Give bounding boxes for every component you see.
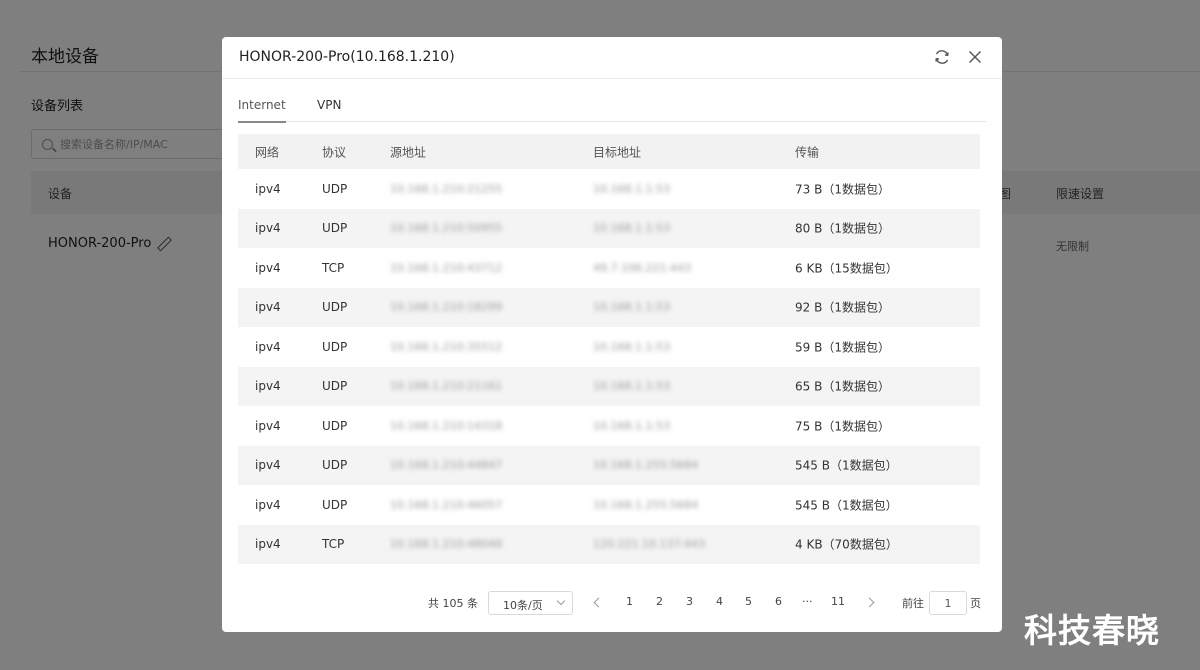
transfer-cell: 65 B（1数据包） xyxy=(795,379,890,394)
protocol-cell: TCP xyxy=(322,260,345,275)
table-row: ipv4 UDP 10.168.1.210:46057 10.168.1.255… xyxy=(238,485,980,525)
protocol-cell: UDP xyxy=(322,379,348,394)
jump-prefix: 前往 xyxy=(902,597,924,610)
table-row: ipv4 UDP 10.168.1.210:18299 10.168.1.1:5… xyxy=(238,287,980,327)
page-6[interactable]: 6 xyxy=(775,595,782,608)
protocol-cell: UDP xyxy=(322,497,348,512)
chevron-down-icon xyxy=(556,596,566,606)
table-header: 网络 协议 源地址 目标地址 传输 xyxy=(238,134,980,169)
page-size-select[interactable]: 10条/页 xyxy=(488,591,573,615)
protocol-cell: UDP xyxy=(322,418,348,433)
source-cell: 10.168.1.210:48048 xyxy=(390,537,503,551)
transfer-cell: 545 B（1数据包） xyxy=(795,498,898,513)
pagination: 共 105 条 10条/页 1 2 3 4 5 6 ··· 11 前往 页 xyxy=(222,591,1002,615)
source-cell: 10.168.1.210:18299 xyxy=(390,300,503,314)
network-cell: ipv4 xyxy=(255,300,281,315)
page-ellipsis[interactable]: ··· xyxy=(802,595,813,608)
close-icon[interactable] xyxy=(965,47,985,67)
destination-cell: 10.168.1.255:5684 xyxy=(593,498,699,512)
connection-dialog: HONOR-200-Pro(10.168.1.210) Internet VPN… xyxy=(222,37,1002,632)
page-2[interactable]: 2 xyxy=(656,595,663,608)
protocol-cell: UDP xyxy=(322,458,348,473)
transfer-cell: 73 B（1数据包） xyxy=(795,182,890,197)
network-cell: ipv4 xyxy=(255,458,281,473)
table-row: ipv4 UDP 10.168.1.210:21255 10.168.1.1:5… xyxy=(238,169,980,209)
destination-cell: 10.168.1.1:53 xyxy=(593,300,671,314)
dialog-title: HONOR-200-Pro(10.168.1.210) xyxy=(239,49,455,65)
table-row: ipv4 UDP 10.168.1.210:14318 10.168.1.1:5… xyxy=(238,406,980,446)
table-row: ipv4 UDP 10.168.1.210:50955 10.168.1.1:5… xyxy=(238,208,980,248)
destination-cell: 49.7.106.221:443 xyxy=(593,261,692,275)
dialog-header: HONOR-200-Pro(10.168.1.210) xyxy=(222,37,1002,79)
transfer-cell: 59 B（1数据包） xyxy=(795,340,890,355)
destination-cell: 120.221.10.137:443 xyxy=(593,537,706,551)
column-network: 网络 xyxy=(255,145,280,159)
table-row: ipv4 UDP 10.168.1.210:21161 10.168.1.1:5… xyxy=(238,366,980,406)
destination-cell: 10.168.1.1:53 xyxy=(593,379,671,393)
jump-suffix: 页 xyxy=(970,597,981,610)
source-cell: 10.168.1.210:43712 xyxy=(390,261,503,275)
network-cell: ipv4 xyxy=(255,379,281,394)
column-source: 源地址 xyxy=(390,145,427,159)
page-3[interactable]: 3 xyxy=(686,595,693,608)
network-cell: ipv4 xyxy=(255,181,281,196)
transfer-cell: 80 B（1数据包） xyxy=(795,221,890,236)
transfer-cell: 545 B（1数据包） xyxy=(795,458,898,473)
source-cell: 10.168.1.210:21255 xyxy=(390,182,503,196)
protocol-cell: UDP xyxy=(322,221,348,236)
protocol-cell: UDP xyxy=(322,181,348,196)
chevron-left-icon[interactable] xyxy=(593,597,604,608)
table-row: ipv4 UDP 10.168.1.210:44847 10.168.1.255… xyxy=(238,445,980,485)
source-cell: 10.168.1.210:44847 xyxy=(390,458,503,472)
protocol-cell: UDP xyxy=(322,300,348,315)
column-transfer: 传输 xyxy=(795,145,820,159)
destination-cell: 10.168.1.255:5684 xyxy=(593,458,699,472)
destination-cell: 10.168.1.1:53 xyxy=(593,419,671,433)
network-cell: ipv4 xyxy=(255,497,281,512)
tab-bar: Internet VPN xyxy=(238,93,986,123)
table-row: ipv4 UDP 10.168.1.210:35512 10.168.1.1:5… xyxy=(238,327,980,367)
page-1[interactable]: 1 xyxy=(626,595,633,608)
watermark: 科技春晓 xyxy=(1024,611,1160,650)
refresh-icon[interactable] xyxy=(932,47,952,67)
transfer-cell: 75 B（1数据包） xyxy=(795,419,890,434)
page-5[interactable]: 5 xyxy=(745,595,752,608)
chevron-right-icon[interactable] xyxy=(864,597,875,608)
page-11[interactable]: 11 xyxy=(831,595,845,608)
transfer-cell: 92 B（1数据包） xyxy=(795,300,890,315)
source-cell: 10.168.1.210:14318 xyxy=(390,419,503,433)
page-4[interactable]: 4 xyxy=(716,595,723,608)
network-cell: ipv4 xyxy=(255,537,281,552)
network-cell: ipv4 xyxy=(255,339,281,354)
total-count: 共 105 条 xyxy=(428,597,478,610)
connection-table: 网络 协议 源地址 目标地址 传输 ipv4 UDP 10.168.1.210:… xyxy=(238,134,980,564)
tab-vpn[interactable]: VPN xyxy=(317,98,341,121)
page-jump-input[interactable] xyxy=(929,591,967,615)
source-cell: 10.168.1.210:21161 xyxy=(390,379,503,393)
table-row: ipv4 TCP 10.168.1.210:43712 49.7.106.221… xyxy=(238,248,980,288)
network-cell: ipv4 xyxy=(255,221,281,236)
network-cell: ipv4 xyxy=(255,418,281,433)
transfer-cell: 6 KB（15数据包） xyxy=(795,261,898,276)
protocol-cell: UDP xyxy=(322,339,348,354)
destination-cell: 10.168.1.1:53 xyxy=(593,221,671,235)
column-protocol: 协议 xyxy=(322,145,347,159)
source-cell: 10.168.1.210:50955 xyxy=(390,221,503,235)
network-cell: ipv4 xyxy=(255,260,281,275)
transfer-cell: 4 KB（70数据包） xyxy=(795,537,898,552)
destination-cell: 10.168.1.1:53 xyxy=(593,182,671,196)
source-cell: 10.168.1.210:46057 xyxy=(390,498,503,512)
page-size-value: 10条/页 xyxy=(503,599,543,612)
protocol-cell: TCP xyxy=(322,537,345,552)
source-cell: 10.168.1.210:35512 xyxy=(390,340,503,354)
table-row: ipv4 TCP 10.168.1.210:48048 120.221.10.1… xyxy=(238,524,980,564)
destination-cell: 10.168.1.1:53 xyxy=(593,340,671,354)
column-destination: 目标地址 xyxy=(593,145,642,159)
tab-internet[interactable]: Internet xyxy=(238,98,286,123)
